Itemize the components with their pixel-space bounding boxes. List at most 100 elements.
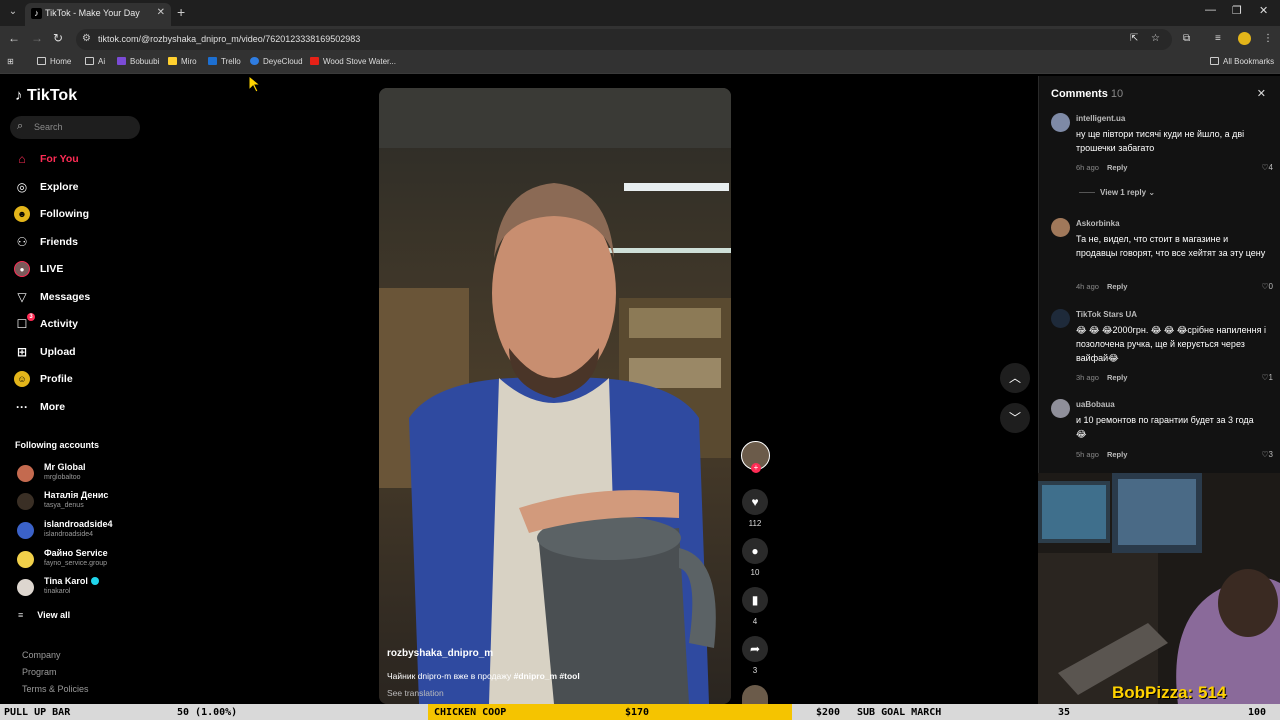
comment-like-button[interactable]: ♡0 xyxy=(1261,282,1273,291)
bookmarks-bar: ⊞ Home Ai Bobuubi Miro Trello DeyeCloud … xyxy=(0,52,1280,74)
heart-outline-icon: ♡ xyxy=(1261,282,1269,291)
account-name: Файно Service xyxy=(44,548,108,558)
tab-close-icon[interactable]: ✕ xyxy=(157,7,165,18)
bookmark-home[interactable]: Home xyxy=(37,57,71,66)
footer-program-link[interactable]: Program xyxy=(22,667,57,677)
bookmark-miro[interactable]: Miro xyxy=(168,57,197,66)
reload-icon[interactable]: ↻ xyxy=(53,31,63,45)
bookmark-bobuubi[interactable]: Bobuubi xyxy=(117,57,159,66)
compass-icon: ◎ xyxy=(16,180,28,194)
nav-profile[interactable]: ☺ Profile xyxy=(14,371,73,389)
comment-author[interactable]: TikTok Stars UA xyxy=(1076,310,1137,319)
bookmark-trello[interactable]: Trello xyxy=(208,57,241,66)
site-info-icon[interactable]: ⚙ xyxy=(82,33,91,44)
all-bookmarks[interactable]: All Bookmarks xyxy=(1210,57,1274,66)
footer-company-link[interactable]: Company xyxy=(22,650,61,660)
ticker-item: PULL UP BAR xyxy=(4,707,71,718)
reply-button[interactable]: Reply xyxy=(1107,163,1127,172)
reply-button[interactable]: Reply xyxy=(1107,282,1127,291)
avatar xyxy=(17,493,34,510)
video-author[interactable]: rozbyshaka_dnipro_m xyxy=(387,648,493,659)
browser-tab[interactable]: ♪ TikTok - Make Your Day ✕ xyxy=(25,3,171,26)
back-icon[interactable]: ← xyxy=(8,31,20,45)
bookmark-label: Ai xyxy=(98,57,106,66)
avatar[interactable] xyxy=(1051,113,1070,132)
reply-button[interactable]: Reply xyxy=(1107,450,1127,459)
footer-terms-link[interactable]: Terms & Policies xyxy=(22,684,89,694)
heart-outline-icon: ♡ xyxy=(1261,163,1269,172)
install-app-icon[interactable]: ⇱ xyxy=(1130,33,1138,44)
comment-meta: 3h ago Reply xyxy=(1076,373,1127,382)
comment-text: 😂 😂 😂2000грн. 😂 😂 😂срібне напилення і по… xyxy=(1076,325,1266,363)
comment-item: uaBobaua и 10 ремонтов по гарантии будет… xyxy=(1051,399,1273,461)
url-text[interactable]: tiktok.com/@rozbyshaka_dnipro_m/video/76… xyxy=(98,34,360,44)
comment-author[interactable]: uaBobaua xyxy=(1076,400,1115,409)
address-bar[interactable]: ⚙ tiktok.com/@rozbyshaka_dnipro_m/video/… xyxy=(76,29,1172,50)
avatar[interactable] xyxy=(1051,399,1070,418)
comment-like-button[interactable]: ♡4 xyxy=(1261,163,1273,172)
avatar[interactable] xyxy=(1051,309,1070,328)
account-name: islandroadside4 xyxy=(44,519,113,529)
account-name: Наталія Денис xyxy=(44,490,109,500)
apps-icon[interactable]: ⊞ xyxy=(7,57,14,66)
video-player[interactable] xyxy=(379,88,731,704)
bookmark-star-icon[interactable]: ☆ xyxy=(1151,33,1160,44)
nav-following[interactable]: ☻ Following xyxy=(14,206,89,224)
new-tab-icon[interactable]: + xyxy=(177,4,185,20)
profile-avatar-icon[interactable] xyxy=(1238,32,1251,45)
save-button[interactable]: ▮ 4 xyxy=(740,587,770,626)
comment-icon: ● xyxy=(742,538,768,564)
nav-explore[interactable]: ◎ Explore xyxy=(14,179,79,197)
bookmark-ai[interactable]: Ai xyxy=(85,57,105,66)
bookmark-wood-stove[interactable]: Wood Stove Water... xyxy=(310,57,396,66)
like-button[interactable]: ♥ 112 xyxy=(740,489,770,528)
comment-text: и 10 ремонтов по гарантии будет за 3 год… xyxy=(1076,415,1254,439)
nav-for-you[interactable]: ⌂ For You xyxy=(14,151,78,169)
nav-messages[interactable]: ▽ Messages xyxy=(14,289,90,307)
bookmark-label: Trello xyxy=(221,57,241,66)
folder-icon xyxy=(85,57,94,65)
follow-plus-icon[interactable]: + xyxy=(751,463,761,473)
browser-menu-icon[interactable]: ⋮ xyxy=(1263,33,1273,44)
hashtags[interactable]: #dnipro_m #tool xyxy=(514,671,580,681)
nav-label: Friends xyxy=(40,236,78,248)
minimize-icon[interactable]: — xyxy=(1205,4,1216,16)
comment-like-button[interactable]: ♡3 xyxy=(1261,450,1273,459)
nav-activity[interactable]: ☐ 3 Activity xyxy=(14,313,78,334)
nav-live[interactable]: ● LIVE xyxy=(14,261,63,279)
search-input[interactable]: ⌕ Search xyxy=(10,116,140,139)
forward-icon[interactable]: → xyxy=(31,31,43,45)
window-close-icon[interactable]: ✕ xyxy=(1259,4,1268,17)
tab-title: TikTok - Make Your Day xyxy=(45,8,140,18)
comment-button[interactable]: ● 10 xyxy=(740,538,770,577)
share-button[interactable]: ➦ 3 xyxy=(740,636,770,675)
nav-upload[interactable]: ⊞ Upload xyxy=(14,344,76,362)
nav-more[interactable]: ··· More xyxy=(14,399,65,417)
previous-video-button[interactable]: ︿ xyxy=(1000,363,1030,393)
ticker-item: $170 xyxy=(625,707,650,718)
nav-label: Following xyxy=(40,208,89,220)
chevron-up-icon: ︿ xyxy=(1008,371,1021,385)
extensions-icon[interactable]: ⧉ xyxy=(1183,33,1190,44)
music-disc-icon[interactable] xyxy=(742,685,768,704)
view-replies-button[interactable]: View 1 reply ⌄ xyxy=(1079,188,1155,197)
restore-icon[interactable]: ❐ xyxy=(1232,4,1242,17)
next-video-button[interactable]: ﹀ xyxy=(1000,403,1030,433)
tiktok-logo[interactable]: ♪ TikTok xyxy=(15,87,77,105)
comment-like-button[interactable]: ♡1 xyxy=(1261,373,1273,382)
see-translation-link[interactable]: See translation xyxy=(387,688,444,698)
close-comments-icon[interactable]: ✕ xyxy=(1257,87,1266,100)
comment-text: ну ще півтори тисячі куди не йшло, а дві… xyxy=(1076,129,1245,153)
tab-search-icon[interactable]: ⌄ xyxy=(6,5,20,19)
comment-text: Та не, видел, что стоит в магазине и про… xyxy=(1076,234,1266,258)
comment-author[interactable]: Askorbinka xyxy=(1076,219,1120,228)
bookmark-deyecloud[interactable]: DeyeCloud xyxy=(250,57,303,66)
avatar[interactable] xyxy=(1051,218,1070,237)
account-handle: mrglobaltoo xyxy=(44,474,81,481)
nav-friends[interactable]: ⚇ Friends xyxy=(14,234,78,252)
reply-button[interactable]: Reply xyxy=(1107,373,1127,382)
comment-author[interactable]: intelligent.ua xyxy=(1076,114,1125,123)
media-controls-icon[interactable]: ≡ xyxy=(1215,33,1221,44)
account-name-row: Tina Karol xyxy=(44,576,99,586)
view-all-button[interactable]: ≡ View all xyxy=(18,610,70,620)
